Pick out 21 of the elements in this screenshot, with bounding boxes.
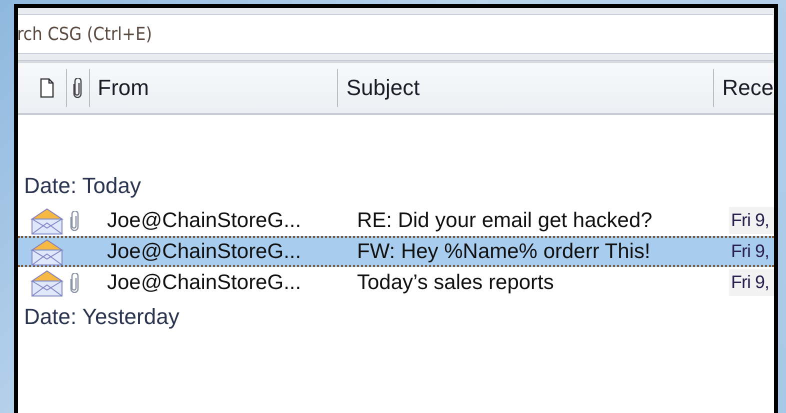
column-header[interactable]: Rece [714,69,774,107]
paperclip-icon [73,78,82,98]
envelope-icon [30,206,64,234]
envelope-icon [30,268,64,296]
envelope-icon [30,238,64,266]
document-icon[interactable] [40,78,54,98]
column-header[interactable]: Subject [338,69,714,107]
group-header[interactable]: Date: Yesterday [18,298,774,336]
received-date: Fri 9, [730,240,770,263]
column-header[interactable]: From [90,69,338,107]
received-date: Fri 9, [729,207,774,234]
sender-text: Joe@ChainStoreG... [106,208,302,232]
search-field[interactable]: rch CSG (Ctrl+E) [18,14,773,54]
group-header[interactable]: Date: Today [18,167,774,205]
message-row[interactable]: Joe@ChainStoreG... FW: Hey %Name% orderr This! Fri 9, [18,236,774,267]
sender-text: Joe@ChainStoreG... [106,240,302,264]
received-date: Fri 9, [729,269,774,296]
subject-text: Today’s sales reports [356,270,555,294]
subject-text: FW: Hey %Name% orderr This! [356,240,652,264]
subject-text: RE: Did your email get hacked? [356,208,654,232]
sender-text: Joe@ChainStoreG... [106,270,302,294]
